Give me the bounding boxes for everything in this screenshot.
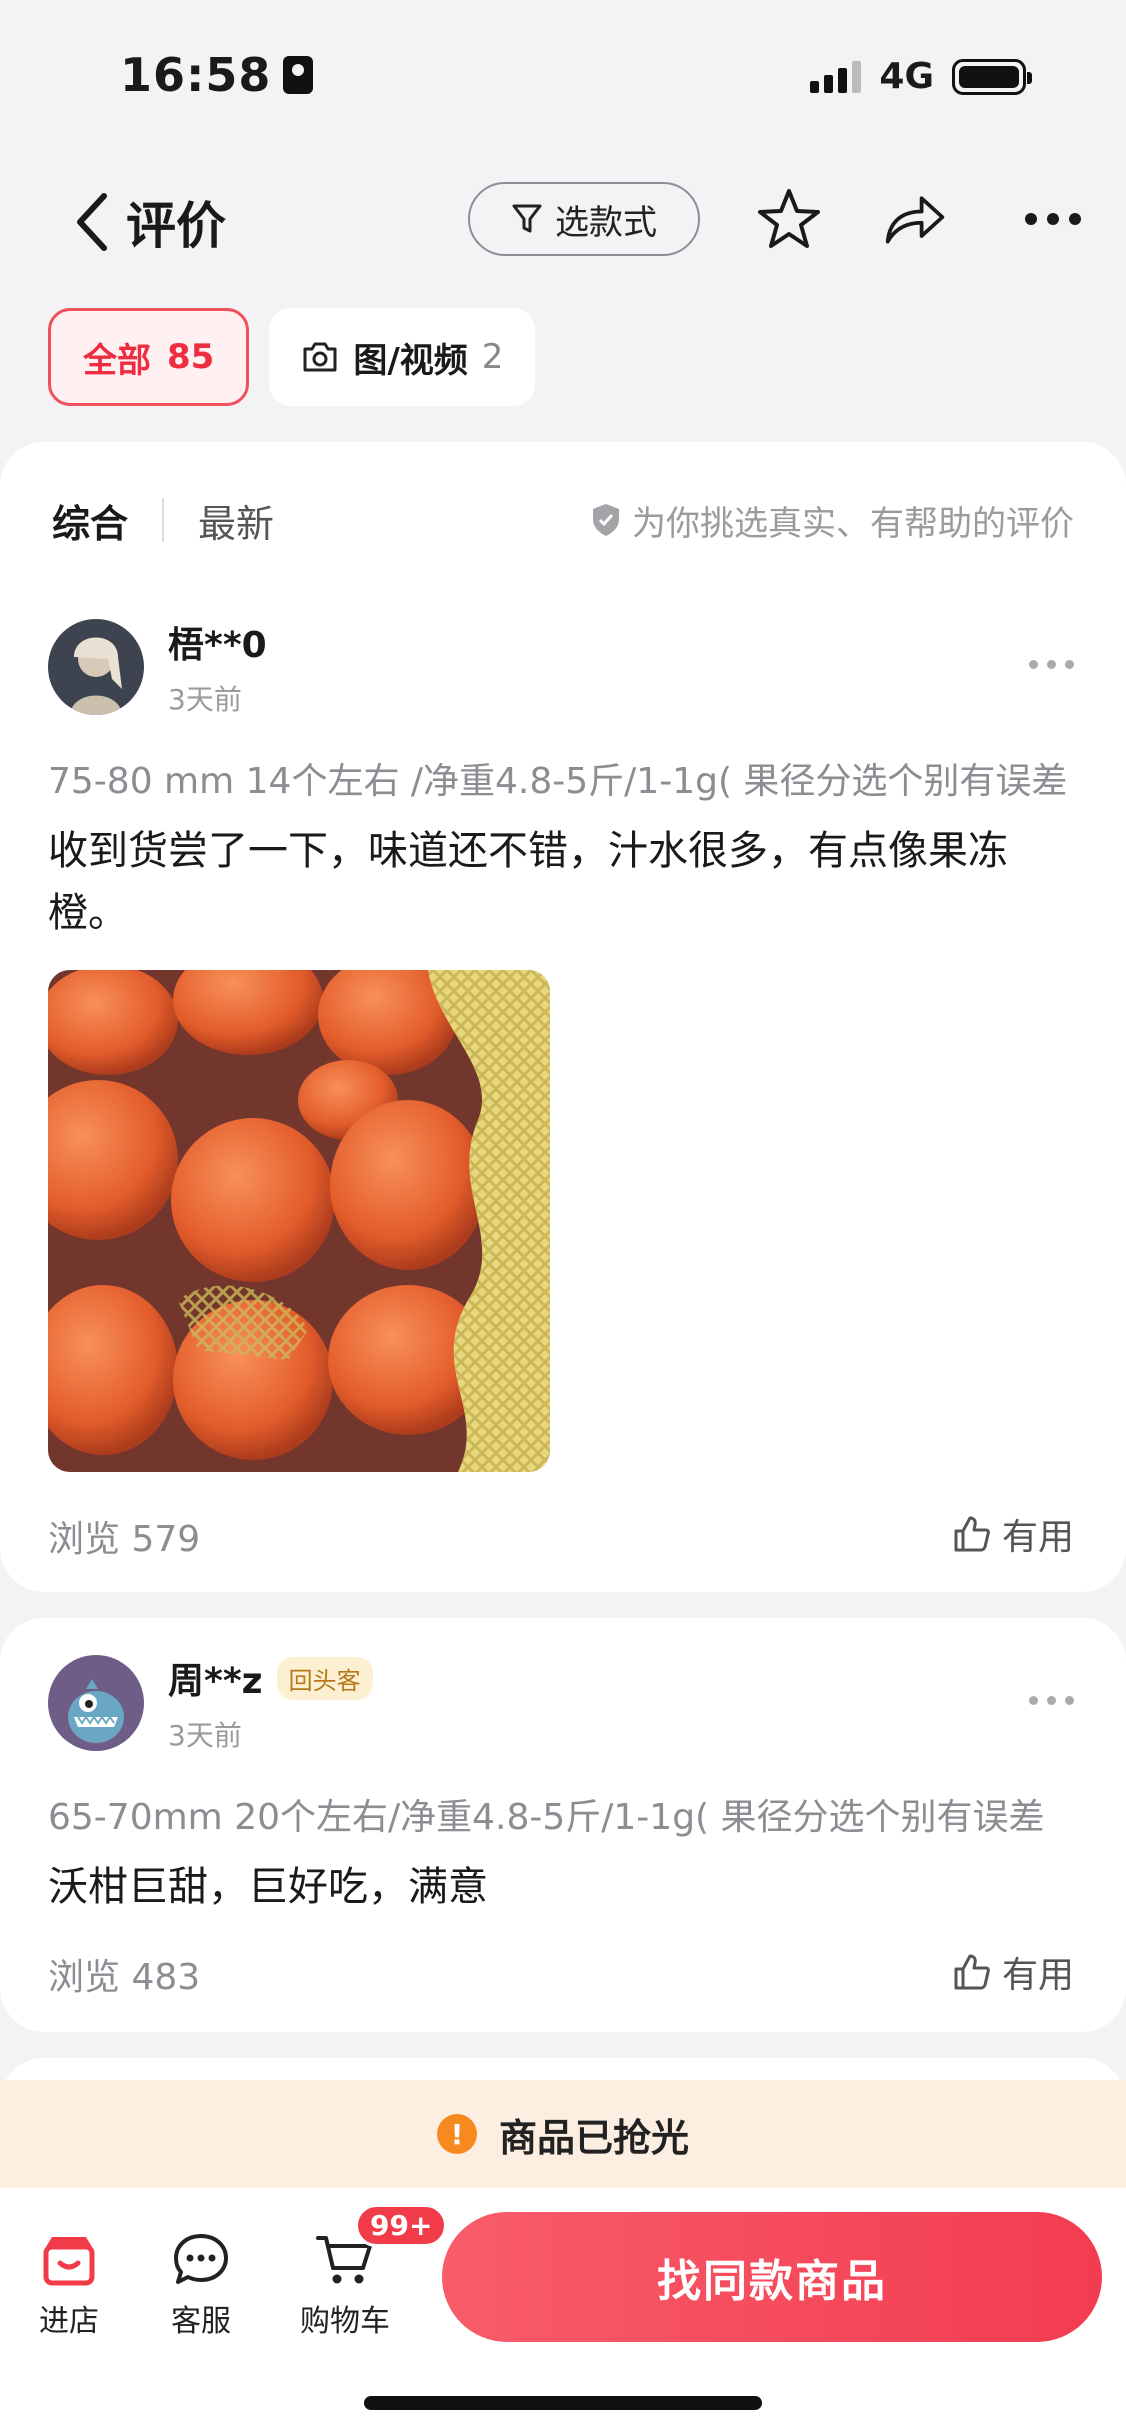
- review-time: 3天前: [168, 683, 242, 716]
- select-style-button[interactable]: 选款式: [468, 182, 700, 256]
- avatar[interactable]: [48, 619, 144, 715]
- review-more-button[interactable]: [1029, 1696, 1074, 1705]
- share-button[interactable]: [882, 186, 948, 252]
- filter-icon: [512, 204, 542, 233]
- shield-icon: [593, 504, 619, 536]
- filter-media-count: 2: [481, 337, 504, 377]
- customer-service-label: 客服: [171, 2304, 231, 2339]
- username-text: 周**z: [168, 1661, 263, 1702]
- page-title: 评价: [126, 197, 226, 255]
- review-more-button[interactable]: [1029, 660, 1074, 669]
- returning-customer-badge: 回头客: [276, 1656, 373, 1700]
- review-card: 综合 最新 为你挑选真实、有帮助的评价 梧**0 3天前 75-80 mm 14…: [0, 442, 1126, 1592]
- review-content: 沃柑巨甜，巨好吃，满意: [48, 1864, 488, 1910]
- home-indicator: [364, 2396, 762, 2410]
- cart-tab[interactable]: 99+ 购物车: [290, 2204, 448, 2340]
- filter-all-count: 85: [167, 337, 215, 377]
- favorite-button[interactable]: [756, 186, 822, 252]
- sold-out-text: 商品已抢光: [498, 2115, 689, 2160]
- sort-divider: [162, 498, 165, 542]
- username-text: 梧**0: [168, 625, 267, 666]
- review-spec: 65-70mm 20个左右/净重4.8-5斤/1-1g( 果径分选个别有误差: [48, 1797, 1045, 1838]
- chat-icon: [169, 2228, 233, 2292]
- back-button[interactable]: 评价: [72, 186, 226, 258]
- signal-icon: [810, 60, 862, 93]
- view-count: 浏览 483: [48, 1957, 201, 1998]
- filter-media[interactable]: 图/视频 2: [269, 308, 536, 406]
- store-icon: [37, 2228, 101, 2292]
- review-time: 3天前: [168, 1719, 242, 1752]
- username: 梧**0: [168, 616, 267, 668]
- nav-bar: 评价 选款式: [0, 168, 1126, 268]
- more-button[interactable]: [1020, 186, 1086, 252]
- thumbs-up-icon: [954, 1954, 990, 1990]
- review-author: 周**z 回头客 3天前: [48, 1652, 373, 1754]
- clock: 16:58: [120, 48, 314, 102]
- review-author: 梧**0 3天前: [48, 616, 267, 718]
- status-indicators: 4G: [810, 56, 1032, 97]
- status-bar: 16:58 4G: [0, 0, 1126, 150]
- review-content: 收到货尝了一下，味道还不错，汁水很多，有点像果冻橙。: [48, 828, 1008, 936]
- sold-out-banner: ! 商品已抢光: [0, 2080, 1126, 2188]
- star-icon: [758, 189, 820, 248]
- clock-text: 16:58: [120, 48, 272, 102]
- sort-tab-latest[interactable]: 最新: [198, 493, 274, 548]
- more-icon: [1025, 213, 1081, 225]
- useful-label: 有用: [1001, 1955, 1074, 1996]
- useful-button[interactable]: 有用: [952, 1946, 1074, 1998]
- view-count: 浏览 579: [48, 1519, 201, 1560]
- username: 周**z 回头客: [168, 1652, 373, 1704]
- network-label: 4G: [879, 56, 934, 97]
- share-icon: [885, 196, 945, 244]
- camera-icon: [303, 342, 337, 372]
- filter-media-label: 图/视频: [353, 340, 468, 381]
- id-card-icon: [283, 56, 314, 94]
- find-similar-button[interactable]: 找同款商品: [442, 2212, 1102, 2342]
- filter-chips: 全部 85 图/视频 2: [48, 308, 536, 406]
- sort-note: 为你挑选真实、有帮助的评价: [590, 496, 1074, 545]
- review-spec: 75-80 mm 14个左右 /净重4.8-5斤/1-1g( 果径分选个别有误差: [48, 761, 1068, 802]
- sort-tab-comprehensive[interactable]: 综合: [52, 493, 128, 548]
- useful-button[interactable]: 有用: [952, 1508, 1074, 1560]
- chevron-left-icon: [77, 193, 107, 251]
- battery-icon: [952, 58, 1032, 95]
- sort-note-text: 为你挑选真实、有帮助的评价: [632, 503, 1074, 544]
- store-tab[interactable]: 进店: [14, 2228, 124, 2340]
- review-card: 周**z 回头客 3天前 65-70mm 20个左右/净重4.8-5斤/1-1g…: [0, 1618, 1126, 2032]
- cart-icon: 99+: [313, 2204, 448, 2292]
- review-photo[interactable]: [48, 970, 550, 1472]
- useful-label: 有用: [1001, 1517, 1074, 1558]
- cart-count-badge: 99+: [355, 2204, 448, 2247]
- select-style-label: 选款式: [555, 202, 657, 243]
- filter-all-label: 全部: [83, 340, 151, 381]
- avatar[interactable]: [48, 1655, 144, 1751]
- sort-bar: 综合 最新 为你挑选真实、有帮助的评价: [52, 490, 1074, 550]
- customer-service-tab[interactable]: 客服: [146, 2228, 256, 2340]
- warning-icon: !: [436, 2114, 477, 2154]
- cart-tab-label: 购物车: [300, 2304, 390, 2339]
- filter-all[interactable]: 全部 85: [48, 308, 250, 406]
- store-tab-label: 进店: [39, 2304, 99, 2339]
- thumbs-up-icon: [954, 1516, 990, 1552]
